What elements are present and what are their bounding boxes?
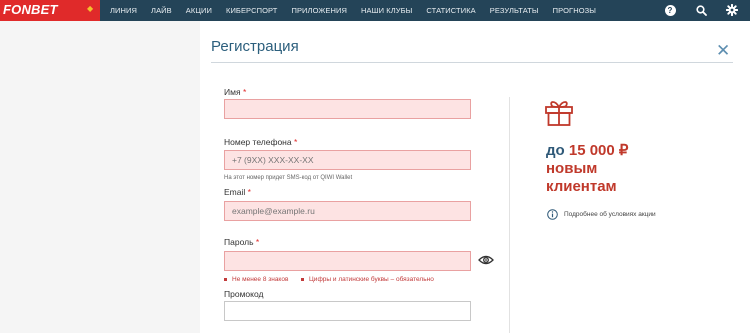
close-icon[interactable]: ✕ xyxy=(716,42,730,59)
required-mark: * xyxy=(255,237,260,247)
gear-icon[interactable] xyxy=(726,4,738,16)
nav-item-predictions[interactable]: ПРОГНОЗЫ xyxy=(553,6,596,15)
logo-text: FONBET xyxy=(3,2,58,17)
nav-item-line[interactable]: ЛИНИЯ xyxy=(110,6,137,15)
required-mark: * xyxy=(242,87,247,97)
name-label: Имя * xyxy=(224,87,246,97)
info-icon[interactable] xyxy=(547,209,558,220)
phone-hint: На этот номер придет SMS-код от QIWI Wal… xyxy=(224,175,353,181)
promo-amount: 15 000 ₽ xyxy=(568,142,629,159)
phone-field[interactable] xyxy=(224,150,471,170)
name-field[interactable] xyxy=(224,99,471,119)
title-divider xyxy=(211,62,733,63)
password-label-text: Пароль xyxy=(224,237,254,247)
phone-label-text: Номер телефона xyxy=(224,137,292,147)
required-mark: * xyxy=(247,187,251,197)
promo-subtitle: новым клиентам xyxy=(546,160,617,196)
promo-prefix: до xyxy=(546,142,565,159)
promo-line-3: клиентам xyxy=(546,178,617,195)
main-nav: ЛИНИЯ ЛАЙВ АКЦИИ КИБЕРСПОРТ ПРИЛОЖЕНИЯ Н… xyxy=(110,0,610,21)
required-mark: * xyxy=(293,137,298,147)
nav-item-apps[interactable]: ПРИЛОЖЕНИЯ xyxy=(291,6,347,15)
nav-item-promotions[interactable]: АКЦИИ xyxy=(186,6,212,15)
nav-item-live[interactable]: ЛАЙВ xyxy=(151,6,172,15)
promocode-field[interactable] xyxy=(224,301,471,321)
password-label: Пароль * xyxy=(224,237,259,247)
password-field[interactable] xyxy=(224,251,471,271)
top-navigation-bar: FONBET ◆ ЛИНИЯ ЛАЙВ АКЦИИ КИБЕРСПОРТ ПРИ… xyxy=(0,0,750,21)
email-label-text: Email xyxy=(224,187,246,197)
promo-line-2: новым xyxy=(546,160,598,177)
nav-item-statistics[interactable]: СТАТИСТИКА xyxy=(426,6,475,15)
password-rule-length-text: Не менее 8 знаков xyxy=(232,276,289,283)
password-rule-chars: Цифры и латинские буквы – обязательно xyxy=(301,276,434,283)
logo-star-icon: ◆ xyxy=(87,4,94,13)
page-title: Регистрация xyxy=(211,38,299,55)
search-icon[interactable] xyxy=(695,4,707,16)
promo-terms-link[interactable]: Подробнее об условиях акции xyxy=(564,211,656,218)
name-label-text: Имя xyxy=(224,87,241,97)
email-label: Email * xyxy=(224,187,251,197)
nav-item-clubs[interactable]: НАШИ КЛУБЫ xyxy=(361,6,412,15)
promo-amount-line: до 15 000 ₽ xyxy=(546,141,628,159)
gift-icon xyxy=(545,101,573,126)
nav-item-results[interactable]: РЕЗУЛЬТАТЫ xyxy=(490,6,539,15)
vertical-separator xyxy=(509,97,510,333)
help-icon[interactable]: ? xyxy=(664,4,676,16)
show-password-icon[interactable] xyxy=(478,254,494,266)
password-rule-chars-text: Цифры и латинские буквы – обязательно xyxy=(309,276,434,283)
email-field[interactable] xyxy=(224,201,471,221)
promocode-label: Промокод xyxy=(224,289,264,299)
nav-item-esports[interactable]: КИБЕРСПОРТ xyxy=(226,6,278,15)
password-rule-length: Не менее 8 знаков xyxy=(224,276,288,283)
phone-label: Номер телефона * xyxy=(224,137,297,147)
fonbet-logo[interactable]: FONBET ◆ xyxy=(0,0,100,21)
